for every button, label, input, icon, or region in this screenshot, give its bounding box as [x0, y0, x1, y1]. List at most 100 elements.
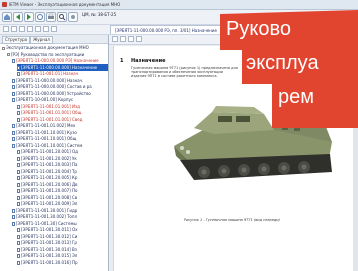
tree-item-label: [ЭРБЯТ1-11-001.30.014] Вз [21, 246, 77, 252]
title-bar: IETM Viewer - Эксплуатационная документа… [0, 0, 358, 10]
document-icon [17, 169, 20, 174]
banner-line: Руково [226, 18, 291, 40]
tree-item-label: [ЭРБЯТ1-11-001.20.004] Тр [21, 168, 77, 174]
tree-item-label: [ЭРБЯТ1-11-001.30.016] Пр [21, 259, 78, 265]
document-icon [12, 59, 15, 63]
navigation-pane: Структура Журнал Эксплуатационная докуме… [0, 35, 109, 271]
section-number: 1 [120, 58, 124, 64]
home-icon[interactable] [2, 12, 12, 22]
back-icon[interactable] [13, 12, 23, 22]
tree-item-label: [РЭ] Руководство по эксплуатации [11, 51, 85, 57]
document-icon [12, 78, 15, 83]
zoom-in-icon[interactable] [128, 36, 134, 42]
tree-item-label: [ЭРБЯТ1-11-001.01.002] Мех [16, 123, 76, 128]
zoom-out-icon[interactable] [136, 36, 142, 42]
tree-item-label: [ЭРБЯТ1-11-001.20.002] Ук [21, 155, 77, 161]
document-icon [17, 117, 20, 122]
tree-item-label: [ЭРБЯТ1-11-001.10.001] Кузо [16, 129, 77, 135]
tree-item-label: Эксплуатационная документация МНО [6, 45, 89, 50]
tree-item-label: [ЭРБЯТ1-11-001.30.015] Эл [21, 253, 78, 258]
title-banner: Руково эксплуа рем [220, 10, 358, 128]
document-icon [17, 150, 20, 154]
document-icon [17, 241, 20, 245]
tree-item-label: [ЭРБЯТ1-11-001.30.013] Гр [21, 240, 77, 245]
document-icon [12, 85, 15, 89]
window-title: IETM Viewer - Эксплуатационная документа… [9, 2, 121, 7]
banner-line: рем [278, 86, 314, 108]
tree-item-label: [ЭРБЯТ1-11-001.01.001] Изд [21, 103, 80, 109]
document-icon [17, 111, 20, 115]
document-icon [12, 137, 15, 141]
document-icon [17, 234, 20, 239]
banner-line: эксплуа [246, 52, 319, 74]
tree-item-label: [ЭРБЯТ1-11-000.00.000] Состав и ра [16, 84, 92, 89]
tree-item-label: [ЭРБЯТ1-10-001.00] Корпус [16, 97, 74, 102]
tree-item-label: [ЭРБЯТ1-11-001.01] Назнач. [21, 71, 80, 76]
figure-caption: Рисунок 1 - Гусеничная машина 9Т71 (вид … [184, 218, 280, 222]
document-number: ЦМ, №: 38-БТ-25 [82, 12, 117, 17]
document-icon [17, 176, 20, 180]
expand-toggle-icon[interactable] [2, 46, 5, 50]
document-tree: Эксплуатационная документация МНО [РЭ] Ру… [0, 44, 108, 271]
note-icon[interactable] [35, 26, 41, 32]
tree-item-label: [ЭРБЯТ1-11-000.00.000 РЭ] Назначение [16, 58, 99, 63]
tree-item-label: [ЭРБЯТ1-11-001.20.008] Св [21, 194, 78, 200]
app-icon [2, 2, 7, 7]
print-icon[interactable] [46, 12, 56, 22]
tree-item-label: [ЭРБЯТ1-11-000.00.000] Назнач. [16, 77, 84, 83]
expand-icon[interactable] [3, 26, 9, 32]
tree-item-label: [ЭРБЯТ1-11-001.30.001] Гидр [16, 207, 78, 213]
document-icon [12, 91, 15, 96]
tree-item-label: [ЭРБЯТ1-11-001.10.001] Общ [16, 136, 77, 141]
page-next-icon[interactable] [120, 36, 126, 42]
document-icon [17, 72, 20, 76]
tree-item[interactable]: [ЭРБЯТ1-11-001.30.016] Пр [17, 259, 108, 266]
document-icon [17, 195, 20, 200]
bookmark-icon[interactable] [27, 26, 33, 32]
document-icon [17, 247, 20, 252]
document-icon [17, 182, 20, 187]
tree-item-label: [ЭРБЯТ1-11-001.20.007] По [21, 188, 78, 193]
settings-icon[interactable] [68, 12, 78, 22]
tree-item-label: [ЭРБЯТ1-11-000.00.000] Устройство [16, 90, 91, 96]
document-icon [12, 130, 15, 135]
tree-item-label: [ЭРБЯТ1-11-001.30.002] Топл [16, 214, 78, 219]
document-icon [12, 215, 15, 219]
tree-item-label: [ЭРБЯТ1-11-001.01.001] Общ [21, 110, 82, 115]
document-icon [12, 124, 15, 128]
ietm-viewer-window: IETM Viewer - Эксплуатационная документа… [0, 0, 358, 271]
expand-toggle-icon[interactable] [7, 53, 10, 56]
tree-item-label: [ЭРБЯТ1-11-001.30.012] Си [21, 233, 78, 239]
tree-item-label: [ЭРБЯТ1-11-001.20.003] Па [21, 162, 78, 167]
document-icon [12, 208, 15, 213]
tree-item-label: [ЭРБЯТ1-11-001.10.001] Систем [16, 142, 83, 148]
help-icon[interactable] [51, 26, 57, 32]
tree-item-label: [ЭРБЯТ1-11-001.20.005] Кр [21, 175, 78, 180]
pane-tabs: Структура Журнал [0, 35, 108, 44]
document-icon [17, 156, 20, 161]
tab-journal[interactable]: Журнал [30, 36, 53, 44]
document-tab-label: [ЭРБЯТ1-11-000.00.000 РЭ, пп. 3/01] Назн… [115, 28, 217, 33]
search-icon[interactable] [57, 12, 67, 22]
document-icon [17, 104, 20, 109]
forward-icon[interactable] [24, 12, 34, 22]
tree-item-label: [ЭРБЯТ1-11-001.20.001] Од [21, 149, 78, 154]
tree-item-label: [ЭРБЯТ1-11-001.20.006] Дв [21, 181, 78, 187]
document-icon [17, 202, 20, 206]
document-icon [17, 65, 20, 70]
zoom-icon[interactable] [43, 26, 49, 32]
collapse-icon[interactable] [11, 26, 17, 32]
page-prev-icon[interactable] [112, 36, 118, 42]
document-icon [17, 260, 20, 265]
refresh-icon[interactable] [35, 12, 45, 22]
document-icon [17, 228, 20, 232]
filter-icon[interactable] [19, 26, 25, 32]
tree-item-label: [ЭРБЯТ1-11-000.00.000] Назначение [21, 64, 98, 70]
tree-item-label: [ЭРБЯТ1-11-001.30] Системы [16, 220, 77, 226]
document-icon [17, 163, 20, 167]
tree-item-label: [ЭРБЯТ1-11-001.20.009] Эл [21, 201, 78, 206]
document-icon [12, 221, 15, 226]
document-icon [12, 143, 15, 148]
document-icon [12, 98, 15, 102]
tab-structure[interactable]: Структура [2, 36, 31, 44]
